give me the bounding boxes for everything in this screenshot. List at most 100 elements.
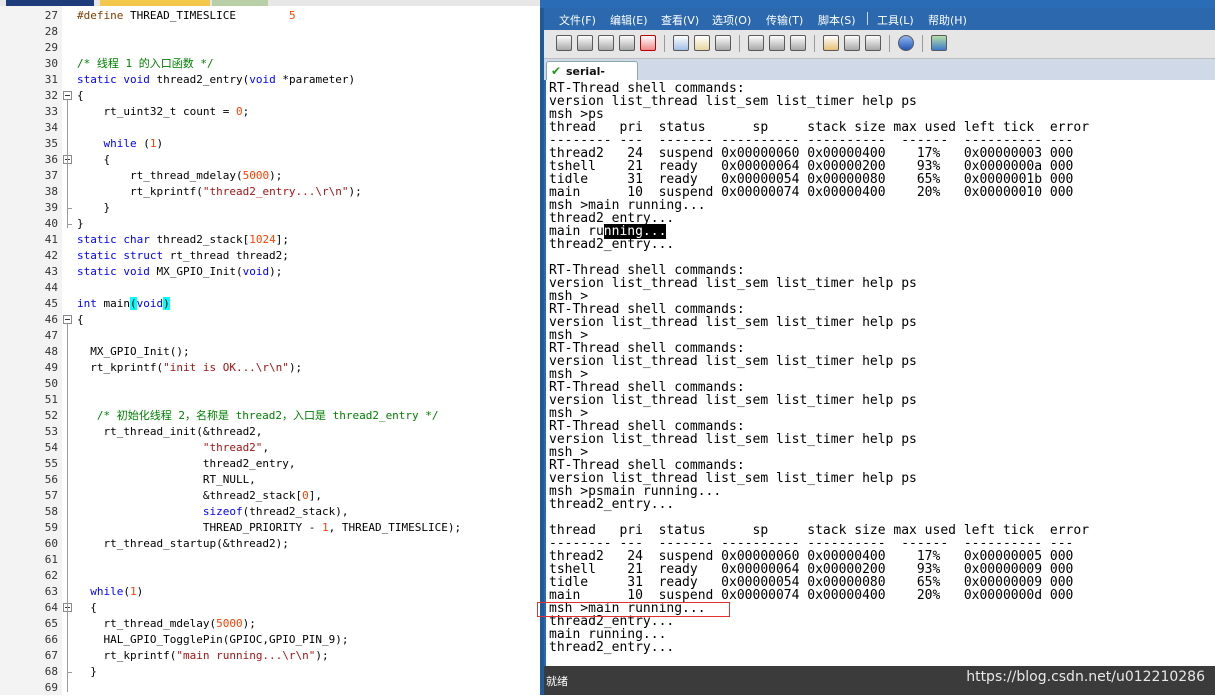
- toolbar-separator: [814, 35, 815, 52]
- code-line[interactable]: /* 线程 1 的入口函数 */: [77, 56, 214, 72]
- print-icon[interactable]: [748, 35, 764, 51]
- toolbar-separator: [889, 35, 890, 52]
- status-text: 就绪: [546, 675, 568, 688]
- code-line[interactable]: /* 初始化线程 2，名称是 thread2，入口是 thread2_entry…: [77, 408, 439, 424]
- menu-tools[interactable]: 工具(L): [877, 12, 914, 28]
- terminal-window: 文件(F) 编辑(E) 查看(V) 选项(O) 传输(T) 脚本(S) 工具(L…: [540, 0, 1215, 695]
- session-options-icon[interactable]: [823, 35, 839, 51]
- code-token: {: [77, 601, 97, 614]
- reconnect-icon[interactable]: [619, 35, 635, 51]
- toolbar-separator: [739, 35, 740, 52]
- print-selection-icon[interactable]: [769, 35, 785, 51]
- code-line[interactable]: static void thread2_entry(void *paramete…: [77, 72, 355, 88]
- code-token: , THREAD_TIMESLICE);: [328, 521, 462, 534]
- code-line[interactable]: while(1): [77, 584, 143, 600]
- quick-connect-icon[interactable]: [577, 35, 593, 51]
- toolbar: [544, 30, 1215, 59]
- menu-help[interactable]: 帮助(H): [928, 12, 967, 28]
- code-token: (thread2_stack),: [242, 505, 349, 518]
- code-line[interactable]: rt_kprintf("init is OK...\r\n");: [77, 360, 302, 376]
- code-token: (: [123, 585, 130, 598]
- copy-icon[interactable]: [673, 35, 689, 51]
- code-line[interactable]: {: [77, 88, 84, 104]
- line-number: 60: [44, 537, 58, 550]
- code-line[interactable]: #define THREAD_TIMESLICE 5: [77, 8, 296, 24]
- code-line[interactable]: }: [77, 664, 97, 680]
- code-line[interactable]: rt_thread_startup(&thread2);: [77, 536, 289, 552]
- code-line[interactable]: HAL_GPIO_TogglePin(GPIOC,GPIO_PIN_9);: [77, 632, 348, 648]
- line-number: 45: [44, 297, 58, 310]
- menu-script[interactable]: 脚本(S): [818, 12, 856, 28]
- code-line[interactable]: thread2_entry,: [77, 456, 296, 472]
- code-line[interactable]: {: [77, 312, 84, 328]
- printer-icon[interactable]: [790, 35, 806, 51]
- line-number: 61: [44, 553, 58, 566]
- fold-guide: [67, 324, 68, 692]
- code-line[interactable]: int main(void): [77, 296, 170, 312]
- code-line[interactable]: rt_uint32_t count = 0;: [77, 104, 249, 120]
- code-line[interactable]: MX_GPIO_Init();: [77, 344, 189, 360]
- code-token: static char: [77, 233, 157, 246]
- toolbar-separator: [664, 35, 665, 52]
- session-tab[interactable]: ✔ serial-com5: [546, 61, 638, 91]
- code-line[interactable]: }: [77, 216, 84, 232]
- code-token: );: [269, 169, 283, 182]
- code-line[interactable]: rt_thread_mdelay(5000);: [77, 616, 255, 632]
- code-line[interactable]: static char thread2_stack[1024];: [77, 232, 289, 248]
- line-number: 28: [44, 25, 58, 38]
- editor-tab[interactable]: [212, 0, 268, 6]
- terminal-console[interactable]: RT-Thread shell commands: version list_th…: [544, 80, 1215, 666]
- fold-toggle-icon[interactable]: [63, 315, 72, 324]
- menu-file[interactable]: 文件(F): [559, 12, 596, 28]
- line-number: 29: [44, 41, 58, 54]
- menu-view[interactable]: 查看(V): [661, 12, 699, 28]
- settings-icon[interactable]: [844, 35, 860, 51]
- line-number: 48: [44, 345, 58, 358]
- code-line[interactable]: &thread2_stack[0],: [77, 488, 322, 504]
- fold-end-marker: [67, 672, 72, 673]
- code-line[interactable]: THREAD_PRIORITY - 1, THREAD_TIMESLICE);: [77, 520, 461, 536]
- line-number: 53: [44, 425, 58, 438]
- line-number: 39: [44, 201, 58, 214]
- code-line[interactable]: RT_NULL,: [77, 472, 256, 488]
- code-token: rt_uint32_t count =: [77, 105, 236, 118]
- menu-options[interactable]: 选项(O): [712, 12, 751, 28]
- code-token: (: [143, 137, 150, 150]
- window-title-bar[interactable]: [540, 0, 1215, 8]
- fold-toggle-icon[interactable]: [63, 91, 72, 100]
- connect-tab-icon[interactable]: [598, 35, 614, 51]
- code-token: rt_thread_startup(&thread2);: [77, 537, 289, 550]
- code-line[interactable]: }: [77, 200, 110, 216]
- menu-transfer[interactable]: 传输(T): [766, 12, 803, 28]
- highlight-box: [537, 602, 730, 617]
- code-line[interactable]: {: [77, 152, 110, 168]
- code-line[interactable]: static struct rt_thread thread2;: [77, 248, 289, 264]
- code-token: /* 线程 1 的入口函数 */: [77, 57, 214, 70]
- code-line[interactable]: while (1): [77, 136, 163, 152]
- help-icon[interactable]: [898, 35, 914, 51]
- code-token: "init is OK...\r\n": [163, 361, 289, 374]
- code-token: void: [249, 73, 283, 86]
- code-line[interactable]: rt_kprintf("main running...\r\n");: [77, 648, 328, 664]
- code-line[interactable]: {: [77, 600, 97, 616]
- find-icon[interactable]: [715, 35, 731, 51]
- disconnect-icon[interactable]: [640, 35, 656, 51]
- line-number: 69: [44, 681, 58, 694]
- connect-icon[interactable]: [556, 35, 572, 51]
- code-line[interactable]: rt_thread_mdelay(5000);: [77, 168, 282, 184]
- editor-tab[interactable]: [100, 0, 210, 6]
- menu-edit[interactable]: 编辑(E): [610, 12, 648, 28]
- code-token: ): [136, 585, 144, 598]
- code-line[interactable]: rt_thread_init(&thread2,: [77, 424, 262, 440]
- line-number: 30: [44, 57, 58, 70]
- screenshot-icon[interactable]: [931, 35, 947, 51]
- code-line[interactable]: "thread2",: [77, 440, 269, 456]
- paste-icon[interactable]: [694, 35, 710, 51]
- code-token: 1: [129, 585, 137, 598]
- code-line[interactable]: sizeof(thread2_stack),: [77, 504, 349, 520]
- code-line[interactable]: rt_kprintf("thread2_entry...\r\n");: [77, 184, 362, 200]
- code-line[interactable]: static void MX_GPIO_Init(void);: [77, 264, 282, 280]
- keymap-icon[interactable]: [865, 35, 881, 51]
- code-token: ;: [242, 105, 250, 118]
- code-editor[interactable]: 27 28 29 30 31 32 33 34 35 36 37 38 39 40 41 42 43 44 45 46…: [0, 0, 540, 695]
